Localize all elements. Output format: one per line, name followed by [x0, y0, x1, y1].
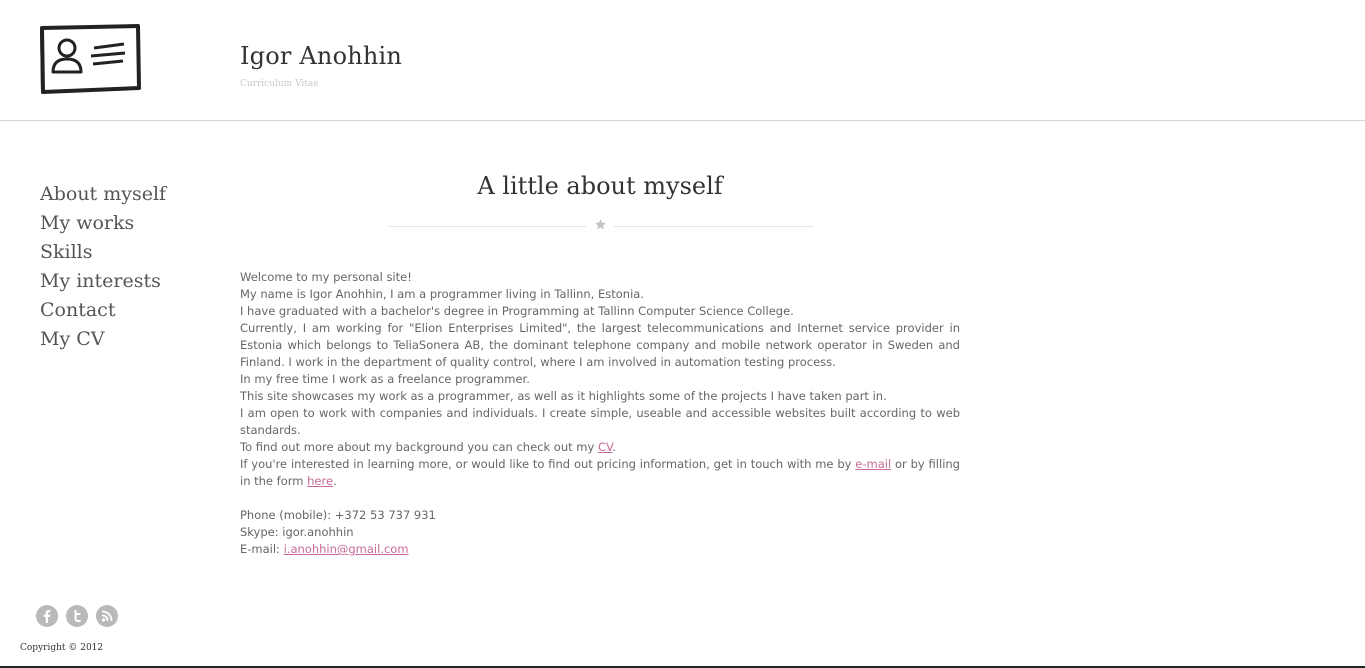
paragraph-intro: My name is Igor Anohhin, I am a programm…	[240, 287, 644, 301]
contact-phone: Phone (mobile): +372 53 737 931	[240, 508, 436, 522]
paragraph-cv: To find out more about my background you…	[240, 439, 960, 456]
twitter-icon[interactable]	[66, 605, 88, 627]
page-heading: A little about myself	[477, 172, 723, 200]
id-card-logo-icon[interactable]	[39, 24, 141, 96]
rss-icon[interactable]	[96, 605, 118, 627]
paragraph-education: I have graduated with a bachelor's degre…	[240, 304, 794, 318]
cv-link[interactable]: CV	[598, 440, 612, 454]
heading-divider-right	[614, 226, 814, 227]
nav-item-contact[interactable]: Contact	[40, 296, 166, 325]
email-link[interactable]: e-mail	[855, 457, 891, 471]
paragraph-contact-end: .	[333, 474, 337, 488]
contact-email: E-mail: i.anohhin@gmail.com	[240, 541, 960, 558]
nav-item-skills[interactable]: Skills	[40, 238, 166, 267]
about-content: Welcome to my personal site! My name is …	[240, 269, 960, 558]
site-subtitle: Curriculum Vitae	[240, 79, 319, 89]
paragraph-contact-me: If you're interested in learning more, o…	[240, 456, 960, 490]
social-links	[36, 605, 118, 627]
facebook-icon[interactable]	[36, 605, 58, 627]
contact-skype: Skype: igor.anohhin	[240, 525, 354, 539]
paragraph-contact-text: If you're interested in learning more, o…	[240, 457, 856, 471]
paragraph-cv-end: .	[612, 440, 617, 454]
paragraph-showcase: This site showcases my work as a program…	[240, 389, 887, 403]
nav-item-my-interests[interactable]: My interests	[40, 267, 166, 296]
paragraph-welcome: Welcome to my personal site!	[240, 270, 412, 284]
header-divider	[0, 120, 1365, 121]
site-title: Igor Anohhin	[240, 42, 403, 70]
nav-item-my-works[interactable]: My works	[40, 209, 166, 238]
paragraph-open-to-work: I am open to work with companies and ind…	[240, 406, 960, 437]
contact-email-label: E-mail:	[240, 542, 284, 556]
paragraph-freelance: In my free time I work as a freelance pr…	[240, 372, 530, 386]
sidebar-nav: About myself My works Skills My interest…	[40, 180, 166, 354]
contact-email-link[interactable]: i.anohhin@gmail.com	[284, 542, 409, 556]
paragraph-cv-text: To find out more about my background you…	[240, 440, 598, 454]
paragraph-employment: Currently, I am working for "Elion Enter…	[240, 321, 960, 369]
nav-item-about-myself[interactable]: About myself	[40, 180, 166, 209]
heading-divider-left	[388, 226, 586, 227]
star-icon	[595, 219, 606, 230]
copyright: Copyright © 2012	[20, 643, 104, 653]
nav-item-my-cv[interactable]: My CV	[40, 325, 166, 354]
form-link[interactable]: here	[307, 474, 333, 488]
